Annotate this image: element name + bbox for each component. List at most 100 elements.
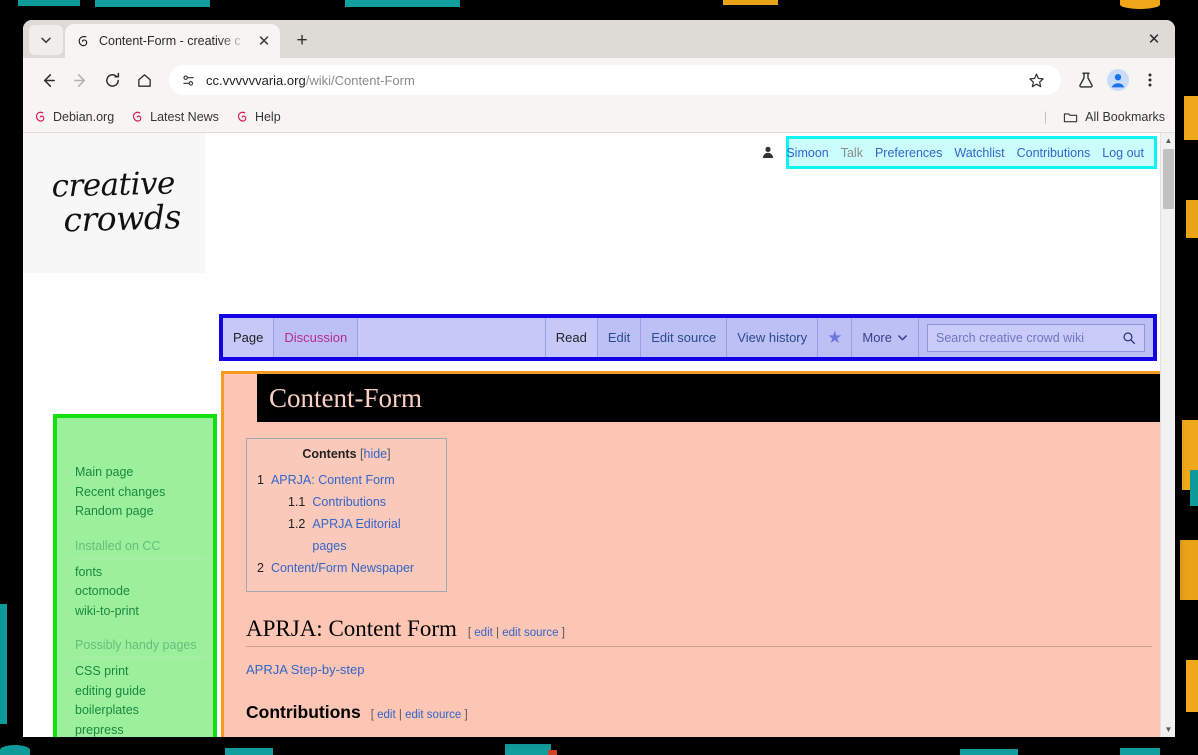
kebab-menu-icon (1148, 73, 1152, 87)
toc-entry-label[interactable]: APRJA Editorial pages (312, 513, 436, 557)
sidebar-item-random-page[interactable]: Random page (75, 502, 213, 522)
scroll-down-arrow-icon[interactable]: ▼ (1161, 722, 1175, 737)
desktop-decoration (1186, 660, 1198, 712)
toc-entry-label[interactable]: Contributions (312, 491, 386, 513)
username-link[interactable]: Simoon (786, 146, 828, 160)
bookmarks-bar: Debian.org Latest News Help | All Bookma… (23, 102, 1175, 133)
reload-button[interactable] (97, 65, 127, 95)
desktop-decoration (1190, 470, 1198, 506)
star-filled-icon[interactable]: ★ (818, 318, 853, 357)
user-link-preferences[interactable]: Preferences (875, 146, 942, 160)
search-icon[interactable] (1122, 331, 1136, 345)
sidebar-item-editing-guide[interactable]: editing guide (75, 682, 213, 702)
scroll-up-arrow-icon[interactable]: ▲ (1161, 133, 1175, 148)
section-heading-aprja-content-form: APRJA: Content Form [ edit | edit source… (246, 616, 1152, 647)
all-bookmarks-label: All Bookmarks (1085, 110, 1165, 124)
desktop-decoration (0, 745, 30, 755)
tab-edit-source[interactable]: Edit source (641, 318, 728, 357)
sidebar-item-octomode[interactable]: octomode (75, 582, 213, 602)
tab-list-button[interactable] (29, 25, 63, 55)
profile-button[interactable] (1103, 65, 1133, 95)
labs-button[interactable] (1071, 65, 1101, 95)
close-icon[interactable]: ✕ (254, 31, 274, 51)
home-button[interactable] (129, 65, 159, 95)
personal-tools-bar: Simoon Talk Preferences Watchlist Contri… (763, 136, 1157, 169)
browser-menu-button[interactable] (1135, 65, 1165, 95)
toc-entry[interactable]: 1.2 APRJA Editorial pages (257, 513, 436, 557)
folder-icon (1063, 110, 1078, 125)
page-title: Content-Form (269, 382, 422, 413)
toc-entry-label[interactable]: APRJA: Content Form (271, 469, 395, 491)
url-path: /wiki/Content-Form (305, 72, 415, 88)
site-settings-icon[interactable] (181, 73, 196, 88)
sidebar-item-boilerplates[interactable]: boilerplates (75, 701, 213, 721)
toc-title: Contents (302, 447, 357, 461)
toc-title-row: Contents [hide] (257, 447, 436, 461)
toc-entry[interactable]: 2 Content/Form Newspaper (257, 557, 436, 579)
search-input[interactable]: Search creative crowd wiki (927, 323, 1145, 352)
all-bookmarks-button[interactable]: All Bookmarks (1063, 110, 1165, 125)
nav-spacer (358, 318, 546, 357)
sidebar-item-css-print[interactable]: CSS print (75, 662, 213, 682)
link-aprja-step-by-step[interactable]: APRJA Step-by-step (246, 662, 365, 677)
vertical-scrollbar[interactable]: ▲ ▼ (1160, 133, 1175, 737)
toc-entry[interactable]: 1 APRJA: Content Form (257, 469, 436, 491)
edit-source-link[interactable]: edit source (502, 627, 558, 639)
tab-page[interactable]: Page (223, 318, 275, 357)
bookmark-help[interactable]: Help (235, 110, 281, 124)
sidebar-item-recent-changes[interactable]: Recent changes (75, 483, 213, 503)
user-link-watchlist[interactable]: Watchlist (954, 146, 1004, 160)
bookmarks-divider: | (1043, 110, 1048, 124)
desktop-decoration (95, 0, 210, 7)
page-title-bar: Content-Form (257, 374, 1160, 422)
back-button[interactable] (33, 65, 63, 95)
toc-entry-label[interactable]: Content/Form Newspaper (271, 557, 414, 579)
forward-button[interactable] (65, 65, 95, 95)
tab-read[interactable]: Read (545, 318, 598, 357)
bookmark-latest-news[interactable]: Latest News (130, 110, 219, 124)
edit-source-link[interactable]: edit source (405, 709, 461, 721)
user-avatar-icon (762, 146, 774, 159)
desktop-decoration (1120, 748, 1160, 755)
bookmark-star-button[interactable] (1021, 65, 1051, 95)
toc-entry-number: 1.1 (288, 495, 306, 509)
debian-swirl-icon (130, 110, 144, 124)
desktop-decoration (505, 744, 551, 755)
user-link-contributions[interactable]: Contributions (1017, 146, 1091, 160)
url-domain: cc.vvvvvvaria.org (206, 72, 306, 88)
more-dropdown[interactable]: More (852, 318, 919, 357)
bookmark-debian-org[interactable]: Debian.org (33, 110, 114, 124)
tab-discussion[interactable]: Discussion (274, 318, 359, 357)
browser-window: Content-Form - creative c ✕ + ✕ cc.vvvvv… (23, 20, 1175, 737)
tab-edit[interactable]: Edit (598, 318, 642, 357)
window-close-button[interactable]: ✕ (1143, 28, 1165, 50)
sidebar-heading-possibly-handy-pages: Possibly handy pages (75, 636, 205, 658)
edit-link[interactable]: edit (474, 627, 493, 639)
toc-bracket-close: ] (387, 447, 391, 461)
toc-hide-link[interactable]: hide (364, 447, 388, 461)
edit-link[interactable]: edit (377, 709, 396, 721)
user-link-logout[interactable]: Log out (1102, 146, 1144, 160)
tab-view-history[interactable]: View history (727, 318, 819, 357)
sidebar-item-prepress[interactable]: prepress (75, 721, 213, 738)
wiki-logo[interactable]: creative crowds (23, 133, 205, 273)
user-link-talk[interactable]: Talk (841, 146, 863, 160)
desktop-decoration (1186, 200, 1198, 238)
new-tab-button[interactable]: + (288, 26, 316, 54)
toc-entry[interactable]: 1.1 Contributions (257, 491, 436, 513)
sidebar-item-wiki-to-print[interactable]: wiki-to-print (75, 602, 213, 622)
address-bar[interactable]: cc.vvvvvvaria.org/wiki/Content-Form (169, 65, 1061, 95)
desktop-decoration (723, 0, 778, 5)
edit-bracket-open: [ (370, 708, 374, 721)
desktop-decoration (225, 748, 273, 755)
paragraph-aprja-step-by-step: APRJA Step-by-step (246, 660, 1160, 680)
account-avatar-icon (1107, 69, 1129, 91)
nav-view-tabs: Read Edit Edit source View history ★ Mor… (545, 318, 1153, 357)
browser-tab[interactable]: Content-Form - creative c ✕ (65, 24, 280, 58)
sidebar-item-fonts[interactable]: fonts (75, 563, 213, 583)
edit-separator: | (398, 708, 402, 721)
scrollbar-thumb[interactable] (1163, 149, 1174, 209)
table-of-contents: Contents [hide] 1 APRJA: Content Form 1.… (246, 438, 447, 592)
search-placeholder: Search creative crowd wiki (936, 330, 1084, 345)
sidebar-item-main-page[interactable]: Main page (75, 463, 213, 483)
